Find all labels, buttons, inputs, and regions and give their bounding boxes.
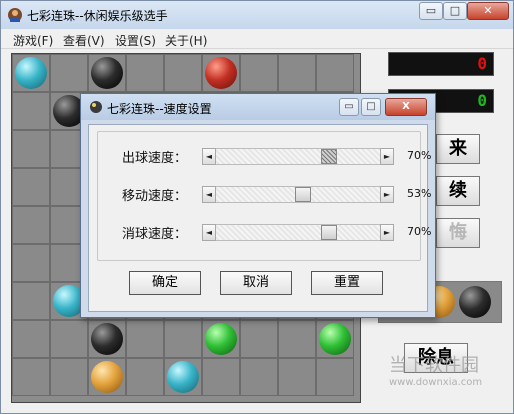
- red-ball[interactable]: [205, 57, 237, 89]
- ok-button[interactable]: 确定: [129, 271, 201, 295]
- close-button[interactable]: ✕: [467, 2, 509, 20]
- board-cell[interactable]: [278, 358, 316, 396]
- slider-left-arrow[interactable]: ◄: [202, 186, 216, 203]
- reset-button[interactable]: 重置: [311, 271, 383, 295]
- board-cell[interactable]: [12, 358, 50, 396]
- menu-game[interactable]: 游戏(F): [13, 32, 53, 49]
- slider-label: 移动速度：: [122, 189, 188, 204]
- slider-right-arrow[interactable]: ►: [380, 224, 394, 241]
- speed-slider[interactable]: ◄ ►: [202, 148, 394, 165]
- board-cell[interactable]: [126, 54, 164, 92]
- board-cell[interactable]: [278, 320, 316, 358]
- slider-thumb[interactable]: [295, 187, 312, 202]
- slider-label: 出球速度：: [122, 151, 188, 166]
- black-ball[interactable]: [91, 57, 123, 89]
- restart-button[interactable]: 来: [436, 134, 480, 164]
- board-cell[interactable]: [12, 282, 50, 320]
- dialog-maximize-button[interactable]: □: [361, 98, 381, 116]
- slider-right-arrow[interactable]: ►: [380, 186, 394, 203]
- orange-ball[interactable]: [91, 361, 123, 393]
- next-ball: [459, 286, 491, 318]
- dialog-close-button[interactable]: X: [385, 98, 427, 116]
- undo-button[interactable]: 悔: [436, 218, 480, 248]
- slider-thumb[interactable]: [320, 225, 337, 240]
- slider-percent: 70%: [407, 149, 432, 162]
- board-cell[interactable]: [12, 206, 50, 244]
- board-cell[interactable]: [12, 168, 50, 206]
- dialog-app-icon: [90, 101, 102, 113]
- board-cell[interactable]: [50, 54, 88, 92]
- cyan-ball[interactable]: [15, 57, 47, 89]
- board-cell[interactable]: [202, 358, 240, 396]
- board-cell[interactable]: [240, 54, 278, 92]
- watermark: 当下软件园 www.downxia.com: [389, 351, 509, 401]
- speed-group: 出球速度： ◄ ► 70% 移动速度： ◄ ► 53% 消球速度： ◄ ► 70%: [97, 131, 431, 261]
- score-display-top: 0: [388, 52, 494, 76]
- slider-thumb[interactable]: [320, 149, 337, 164]
- cyan-ball[interactable]: [167, 361, 199, 393]
- board-cell[interactable]: [240, 358, 278, 396]
- board-cell[interactable]: [164, 320, 202, 358]
- minimize-button[interactable]: ▭: [419, 2, 443, 20]
- slider-label: 消球速度：: [122, 227, 188, 242]
- slider-left-arrow[interactable]: ◄: [202, 224, 216, 241]
- board-cell[interactable]: [278, 54, 316, 92]
- menu-bar: 游戏(F) 查看(V) 设置(S) 关于(H): [1, 29, 513, 49]
- speed-settings-dialog: 七彩连珠--速度设置 ▭ □ X 出球速度： ◄ ► 70% 移动速度： ◄ ► 53% 消球速…: [80, 93, 436, 318]
- menu-view[interactable]: 查看(V): [63, 32, 105, 49]
- green-ball[interactable]: [205, 323, 237, 355]
- board-cell[interactable]: [316, 358, 354, 396]
- speed-slider[interactable]: ◄ ►: [202, 186, 394, 203]
- slider-left-arrow[interactable]: ◄: [202, 148, 216, 165]
- board-cell[interactable]: [240, 320, 278, 358]
- board-cell[interactable]: [12, 92, 50, 130]
- cancel-button[interactable]: 取消: [220, 271, 292, 295]
- board-cell[interactable]: [164, 54, 202, 92]
- board-cell[interactable]: [126, 358, 164, 396]
- watermark-text: 当下软件园: [389, 355, 479, 376]
- watermark-url: www.downxia.com: [389, 377, 483, 388]
- board-cell[interactable]: [50, 358, 88, 396]
- app-icon: [8, 8, 22, 22]
- maximize-button[interactable]: □: [443, 2, 467, 20]
- slider-percent: 53%: [407, 187, 432, 200]
- speed-slider[interactable]: ◄ ►: [202, 224, 394, 241]
- dialog-title-bar[interactable]: 七彩连珠--速度设置 ▭ □ X: [81, 94, 435, 120]
- board-cell[interactable]: [12, 320, 50, 358]
- board-cell[interactable]: [12, 244, 50, 282]
- menu-settings[interactable]: 设置(S): [115, 32, 156, 49]
- green-ball[interactable]: [319, 323, 351, 355]
- board-cell[interactable]: [12, 130, 50, 168]
- board-cell[interactable]: [50, 320, 88, 358]
- title-bar[interactable]: 七彩连珠--休闲娱乐级选手 ▭ □ ✕: [1, 1, 513, 29]
- menu-about[interactable]: 关于(H): [165, 32, 207, 49]
- board-cell[interactable]: [126, 320, 164, 358]
- dialog-minimize-button[interactable]: ▭: [339, 98, 359, 116]
- main-window: 七彩连珠--休闲娱乐级选手 ▭ □ ✕ 游戏(F) 查看(V) 设置(S) 关于…: [0, 0, 514, 414]
- dialog-title: 七彩连珠--速度设置: [107, 102, 212, 116]
- black-ball[interactable]: [91, 323, 123, 355]
- window-title: 七彩连珠--休闲娱乐级选手: [27, 9, 168, 23]
- continue-button[interactable]: 续: [436, 176, 480, 206]
- slider-right-arrow[interactable]: ►: [380, 148, 394, 165]
- dialog-body: 出球速度： ◄ ► 70% 移动速度： ◄ ► 53% 消球速度： ◄ ► 70% 确定 取消 重置: [88, 124, 431, 312]
- board-cell[interactable]: [316, 54, 354, 92]
- slider-percent: 70%: [407, 225, 432, 238]
